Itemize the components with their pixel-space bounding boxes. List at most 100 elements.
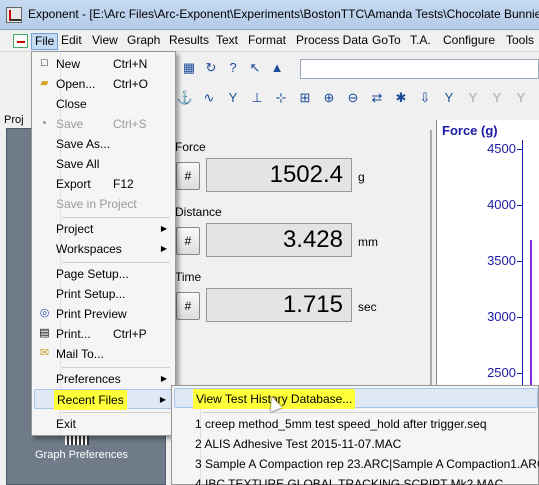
menu-edit[interactable]: Edit: [58, 33, 85, 50]
menu-item-project-label: Project: [56, 222, 94, 236]
y-tick: [517, 317, 523, 318]
y-tick-label: 2500: [487, 365, 516, 380]
graph-title: Force (g): [442, 123, 498, 138]
menu-item-export[interactable]: Export F12: [34, 174, 173, 194]
force-hash-button[interactable]: #: [176, 162, 200, 190]
recent-file-label: 1 creep method_5mm test speed_hold after…: [195, 417, 487, 431]
menu-process-data[interactable]: Process Data: [293, 33, 371, 50]
menu-item-open[interactable]: ▰ Open... Ctrl+O: [34, 74, 173, 94]
window-title: Exponent - [E:\Arc Files\Arc-Exponent\Ex…: [28, 7, 539, 21]
menu-item-save-all-label: Save All: [56, 157, 100, 171]
time-label: Time: [175, 270, 202, 284]
recent-file-item[interactable]: 1 creep method_5mm test speed_hold after…: [174, 414, 538, 434]
help-icon[interactable]: ?: [224, 59, 242, 77]
submenu-arrow-icon: ▶: [160, 224, 167, 233]
submenu-arrow-icon: ▶: [160, 374, 167, 383]
menu-item-close[interactable]: Close: [34, 94, 173, 114]
menu-item-open-shortcut: Ctrl+O: [113, 77, 149, 91]
menu-item-save-in-project: Save in Project: [34, 194, 173, 214]
distance-hash-button[interactable]: #: [176, 227, 200, 255]
graph-preferences-label[interactable]: Graph Preferences: [35, 449, 128, 461]
time-hash-button[interactable]: #: [176, 292, 200, 320]
line-icon[interactable]: ∿: [200, 89, 218, 107]
menu-separator: [62, 262, 170, 263]
menu-file[interactable]: File: [31, 33, 59, 50]
menu-item-workspaces-label: Workspaces: [56, 242, 122, 256]
menu-item-recent-files[interactable]: Recent Files ▶: [34, 389, 173, 410]
menu-item-workspaces[interactable]: Workspaces ▶: [34, 239, 173, 259]
y-tick-label: 4000: [487, 197, 516, 212]
graduate-icon[interactable]: ▲: [268, 59, 286, 77]
toolbar-combo[interactable]: [300, 59, 539, 79]
recent-file-item[interactable]: 2 ALIS Adhesive Test 2015-11-07.MAC: [174, 434, 538, 454]
menu-item-save-label: Save: [56, 117, 84, 131]
range-icon[interactable]: ⊞: [296, 89, 314, 107]
project-tab-label[interactable]: Proj: [4, 114, 24, 126]
force-unit: g: [358, 170, 365, 184]
menu-item-close-label: Close: [56, 97, 87, 111]
marker-icon[interactable]: ⊹: [272, 89, 290, 107]
swap-icon[interactable]: ⇄: [368, 89, 386, 107]
menu-results[interactable]: Results: [166, 33, 212, 50]
time-unit: sec: [358, 300, 377, 314]
recent-file-item[interactable]: 4 IBC TEXTURE GLOBAL TRACKING SCRIPT Mk2…: [174, 474, 538, 485]
menu-tools[interactable]: Tools: [503, 33, 537, 50]
menu-item-print-setup[interactable]: Print Setup...: [34, 284, 173, 304]
menu-item-exit[interactable]: Exit: [34, 414, 173, 434]
grid-icon[interactable]: ▦: [180, 59, 198, 77]
menu-item-preferences[interactable]: Preferences ▶: [34, 369, 173, 389]
mail-icon: ✉: [39, 347, 50, 359]
menu-text[interactable]: Text: [213, 33, 241, 50]
menu-view[interactable]: View: [89, 33, 121, 50]
menu-item-mail-to-label: Mail To...: [56, 347, 104, 361]
time-value: 1.715: [206, 288, 352, 322]
menu-item-print-label: Print...: [56, 327, 91, 341]
down-arrow-icon[interactable]: ⇩: [416, 89, 434, 107]
context-help-icon[interactable]: ↖: [246, 59, 264, 77]
menu-graph[interactable]: Graph: [124, 33, 163, 50]
submenu-arrow-icon: ▶: [159, 395, 166, 404]
menu-item-project[interactable]: Project ▶: [34, 219, 173, 239]
anchor-icon[interactable]: ⚓: [176, 89, 194, 107]
print-preview-icon: ◎: [39, 307, 50, 319]
force-value: 1502.4: [206, 158, 352, 192]
y-tick-label: 3500: [487, 253, 516, 268]
menu-item-print[interactable]: ▤ Print... Ctrl+P: [34, 324, 173, 344]
refresh-icon[interactable]: ↻: [202, 59, 220, 77]
menu-item-save-in-project-label: Save in Project: [56, 197, 137, 211]
y-axis-2-icon[interactable]: Y: [464, 89, 482, 107]
recent-file-label: 4 IBC TEXTURE GLOBAL TRACKING SCRIPT Mk2…: [195, 477, 504, 485]
menu-goto[interactable]: GoTo: [369, 33, 404, 50]
zoom-in-icon[interactable]: ⊕: [320, 89, 338, 107]
menu-item-new[interactable]: □ New Ctrl+N: [34, 54, 173, 74]
y-axis-4-icon[interactable]: Y: [512, 89, 530, 107]
menu-item-new-label: New: [56, 57, 81, 71]
menu-format[interactable]: Format: [245, 33, 289, 50]
menu-item-page-setup[interactable]: Page Setup...: [34, 264, 173, 284]
menu-item-print-preview[interactable]: ◎ Print Preview: [34, 304, 173, 324]
menu-bar: File Edit View Graph Results Text Format…: [0, 30, 539, 52]
menu-item-save-as[interactable]: Save As...: [34, 134, 173, 154]
menu-ta[interactable]: T.A.: [407, 33, 434, 50]
menu-item-mail-to[interactable]: ✉ Mail To...: [34, 344, 173, 364]
submenu-arrow-icon: ▶: [160, 244, 167, 253]
recent-file-item[interactable]: 3 Sample A Compaction rep 23.ARC|Sample …: [174, 454, 539, 474]
axis-icon[interactable]: ⊥: [248, 89, 266, 107]
menu-item-recent-files-label: Recent Files: [54, 390, 127, 410]
y-axis-3-icon[interactable]: Y: [488, 89, 506, 107]
y-tick: [517, 205, 523, 206]
y-axis-icon[interactable]: Y: [440, 89, 458, 107]
document-icon[interactable]: [13, 34, 28, 48]
menu-configure[interactable]: Configure: [440, 33, 498, 50]
menu-separator: [62, 217, 170, 218]
menu-item-save-all[interactable]: Save All: [34, 154, 173, 174]
settings-icon[interactable]: ✱: [392, 89, 410, 107]
zoom-out-icon[interactable]: ⊖: [344, 89, 362, 107]
menu-item-save-as-label: Save As...: [56, 137, 111, 151]
peak-icon[interactable]: Y: [224, 89, 242, 107]
distance-unit: mm: [358, 235, 378, 249]
menu-separator: [62, 412, 170, 413]
title-bar: Exponent - [E:\Arc Files\Arc-Exponent\Ex…: [0, 0, 539, 30]
y-tick: [517, 261, 523, 262]
view-test-history-database[interactable]: View Test History Database...: [174, 388, 538, 409]
